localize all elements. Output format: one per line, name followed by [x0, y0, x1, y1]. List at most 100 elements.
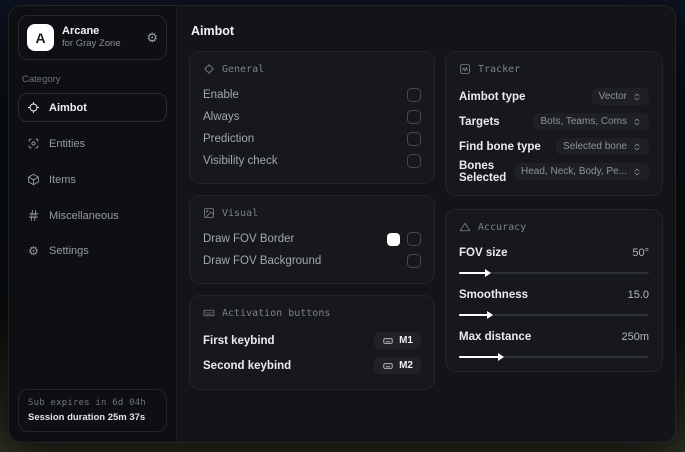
tracker-card: Tracker Aimbot type Vector Targets Bots,… [445, 51, 663, 196]
setting-label: Enable [203, 89, 239, 101]
activity-icon [460, 64, 470, 74]
fov-border-color-swatch[interactable] [387, 232, 400, 246]
cube-icon [28, 173, 39, 186]
first-keybind-button[interactable]: M1 [374, 332, 421, 349]
keybind-value: M1 [399, 335, 413, 346]
setting-row-bones-selected: Bones Selected Head, Neck, Body, Pe... [459, 159, 649, 184]
crosshair-icon [27, 101, 40, 114]
sidebar-item-label: Settings [49, 245, 89, 257]
brand-card: A Arcane for Gray Zone ⚙ [18, 15, 167, 60]
setting-label: FOV size [459, 247, 508, 259]
draw-fov-background-checkbox[interactable] [407, 254, 421, 268]
activation-header-label: Activation buttons [222, 307, 331, 319]
setting-label: Aimbot type [459, 90, 526, 103]
setting-row-aimbot-type: Aimbot type Vector [459, 84, 649, 109]
brand-logo: A [27, 24, 54, 51]
visual-card: Visual Draw FOV Border Draw FOV Backgrou… [189, 195, 435, 284]
prediction-checkbox[interactable] [407, 132, 421, 146]
sidebar-item-aimbot[interactable]: Aimbot [18, 93, 167, 122]
fov-size-value: 50° [632, 247, 649, 259]
sidebar-item-miscellaneous[interactable]: Miscellaneous [18, 201, 167, 230]
setting-row-draw-fov-background: Draw FOV Background [203, 250, 421, 272]
slider-fill[interactable] [459, 311, 492, 319]
setting-row-second-keybind: Second keybind M2 [203, 353, 421, 378]
gear-icon: ⚙ [28, 244, 39, 258]
always-checkbox[interactable] [407, 110, 421, 124]
fov-size-slider[interactable] [459, 269, 649, 277]
bones-selected-dropdown[interactable]: Head, Neck, Body, Pe... [514, 163, 649, 180]
brand-name: Arcane [62, 25, 100, 38]
tracker-header: Tracker [459, 63, 649, 75]
sidebar-item-label: Miscellaneous [49, 209, 119, 222]
accuracy-card: Accuracy FOV size 50° Smoothness 15.0 Ma… [445, 209, 663, 372]
setting-label: Draw FOV Border [203, 233, 295, 245]
setting-label: Second keybind [203, 359, 292, 372]
setting-row-find-bone-type: Find bone type Selected bone [459, 134, 649, 159]
find-bone-type-dropdown[interactable]: Selected bone [556, 138, 649, 155]
max-distance-slider[interactable] [459, 353, 649, 361]
keybind-value: M2 [399, 360, 413, 371]
sidebar-item-entities[interactable]: Entities [18, 129, 167, 158]
sub-expires-text: Sub expires in 6d 04h [28, 398, 146, 408]
tracker-header-label: Tracker [478, 63, 521, 75]
smoothness-slider[interactable] [459, 311, 649, 319]
chevron-up-down-icon [634, 143, 640, 150]
aimbot-type-dropdown[interactable]: Vector [591, 88, 649, 105]
page-title: Aimbot [191, 24, 235, 38]
slider-label-row: FOV size 50° [459, 242, 649, 264]
slider-fill[interactable] [459, 269, 491, 277]
brand-subtitle: for Gray Zone [62, 38, 121, 50]
keyboard-icon [203, 309, 215, 317]
subscription-card: Sub expires in 6d 04h Session duration 2… [18, 389, 167, 432]
sidebar-item-label: Aimbot [49, 101, 87, 114]
sidebar-item-label: Entities [49, 137, 86, 150]
setting-row-visibility-check: Visibility check [203, 150, 421, 172]
crosshair-icon [203, 63, 215, 75]
sidebar-item-items[interactable]: Items [18, 165, 167, 194]
setting-label: Prediction [203, 133, 255, 145]
dropdown-value: Selected bone [563, 141, 627, 152]
max-distance-setting: Max distance 250m [459, 326, 649, 361]
visibility-check-checkbox[interactable] [407, 154, 421, 168]
setting-label: First keybind [203, 334, 275, 347]
app-window: A Arcane for Gray Zone ⚙ Category Aimbot… [8, 5, 676, 443]
dropdown-value: Vector [598, 91, 627, 102]
main-panel: Aimbot General Enable Always Prediction … [177, 6, 675, 442]
fov-border-controls [387, 232, 421, 246]
max-distance-value: 250m [621, 331, 649, 343]
fov-size-setting: FOV size 50° [459, 242, 649, 277]
gear-icon[interactable]: ⚙ [146, 31, 158, 44]
setting-row-draw-fov-border: Draw FOV Border [203, 228, 421, 250]
image-icon [204, 208, 214, 218]
sidebar-item-settings[interactable]: ⚙ Settings [18, 237, 167, 265]
setting-label: Draw FOV Background [203, 255, 322, 267]
setting-row-targets: Targets Bots, Teams, Coms [459, 109, 649, 134]
visual-header-label: Visual [222, 207, 259, 219]
setting-label: Find bone type [459, 140, 541, 153]
hash-icon [28, 210, 39, 221]
general-card: General Enable Always Prediction Visibil… [189, 51, 435, 184]
targets-dropdown[interactable]: Bots, Teams, Coms [533, 113, 649, 130]
setting-label: Smoothness [459, 289, 529, 301]
accuracy-header-label: Accuracy [478, 221, 527, 233]
accuracy-header: Accuracy [459, 221, 649, 233]
setting-label: Always [203, 111, 240, 123]
slider-label-row: Smoothness 15.0 [459, 284, 649, 306]
second-keybind-button[interactable]: M2 [374, 357, 421, 374]
setting-row-first-keybind: First keybind M1 [203, 328, 421, 353]
general-header-label: General [222, 63, 265, 75]
sidebar: A Arcane for Gray Zone ⚙ Category Aimbot… [9, 6, 177, 442]
brand-text: Arcane for Gray Zone [62, 25, 121, 50]
smoothness-value: 15.0 [627, 289, 649, 301]
setting-label: Targets [459, 115, 500, 128]
chevron-up-down-icon [634, 118, 640, 125]
enable-checkbox[interactable] [407, 88, 421, 102]
chevron-up-down-icon [634, 93, 640, 100]
draw-fov-border-checkbox[interactable] [407, 232, 421, 246]
session-duration-text: Session duration 25m 37s [28, 412, 146, 423]
visual-header: Visual [203, 207, 421, 219]
slider-fill[interactable] [459, 353, 504, 361]
category-label: Category [22, 74, 61, 85]
activation-header: Activation buttons [203, 307, 421, 319]
sidebar-item-label: Items [49, 173, 76, 186]
